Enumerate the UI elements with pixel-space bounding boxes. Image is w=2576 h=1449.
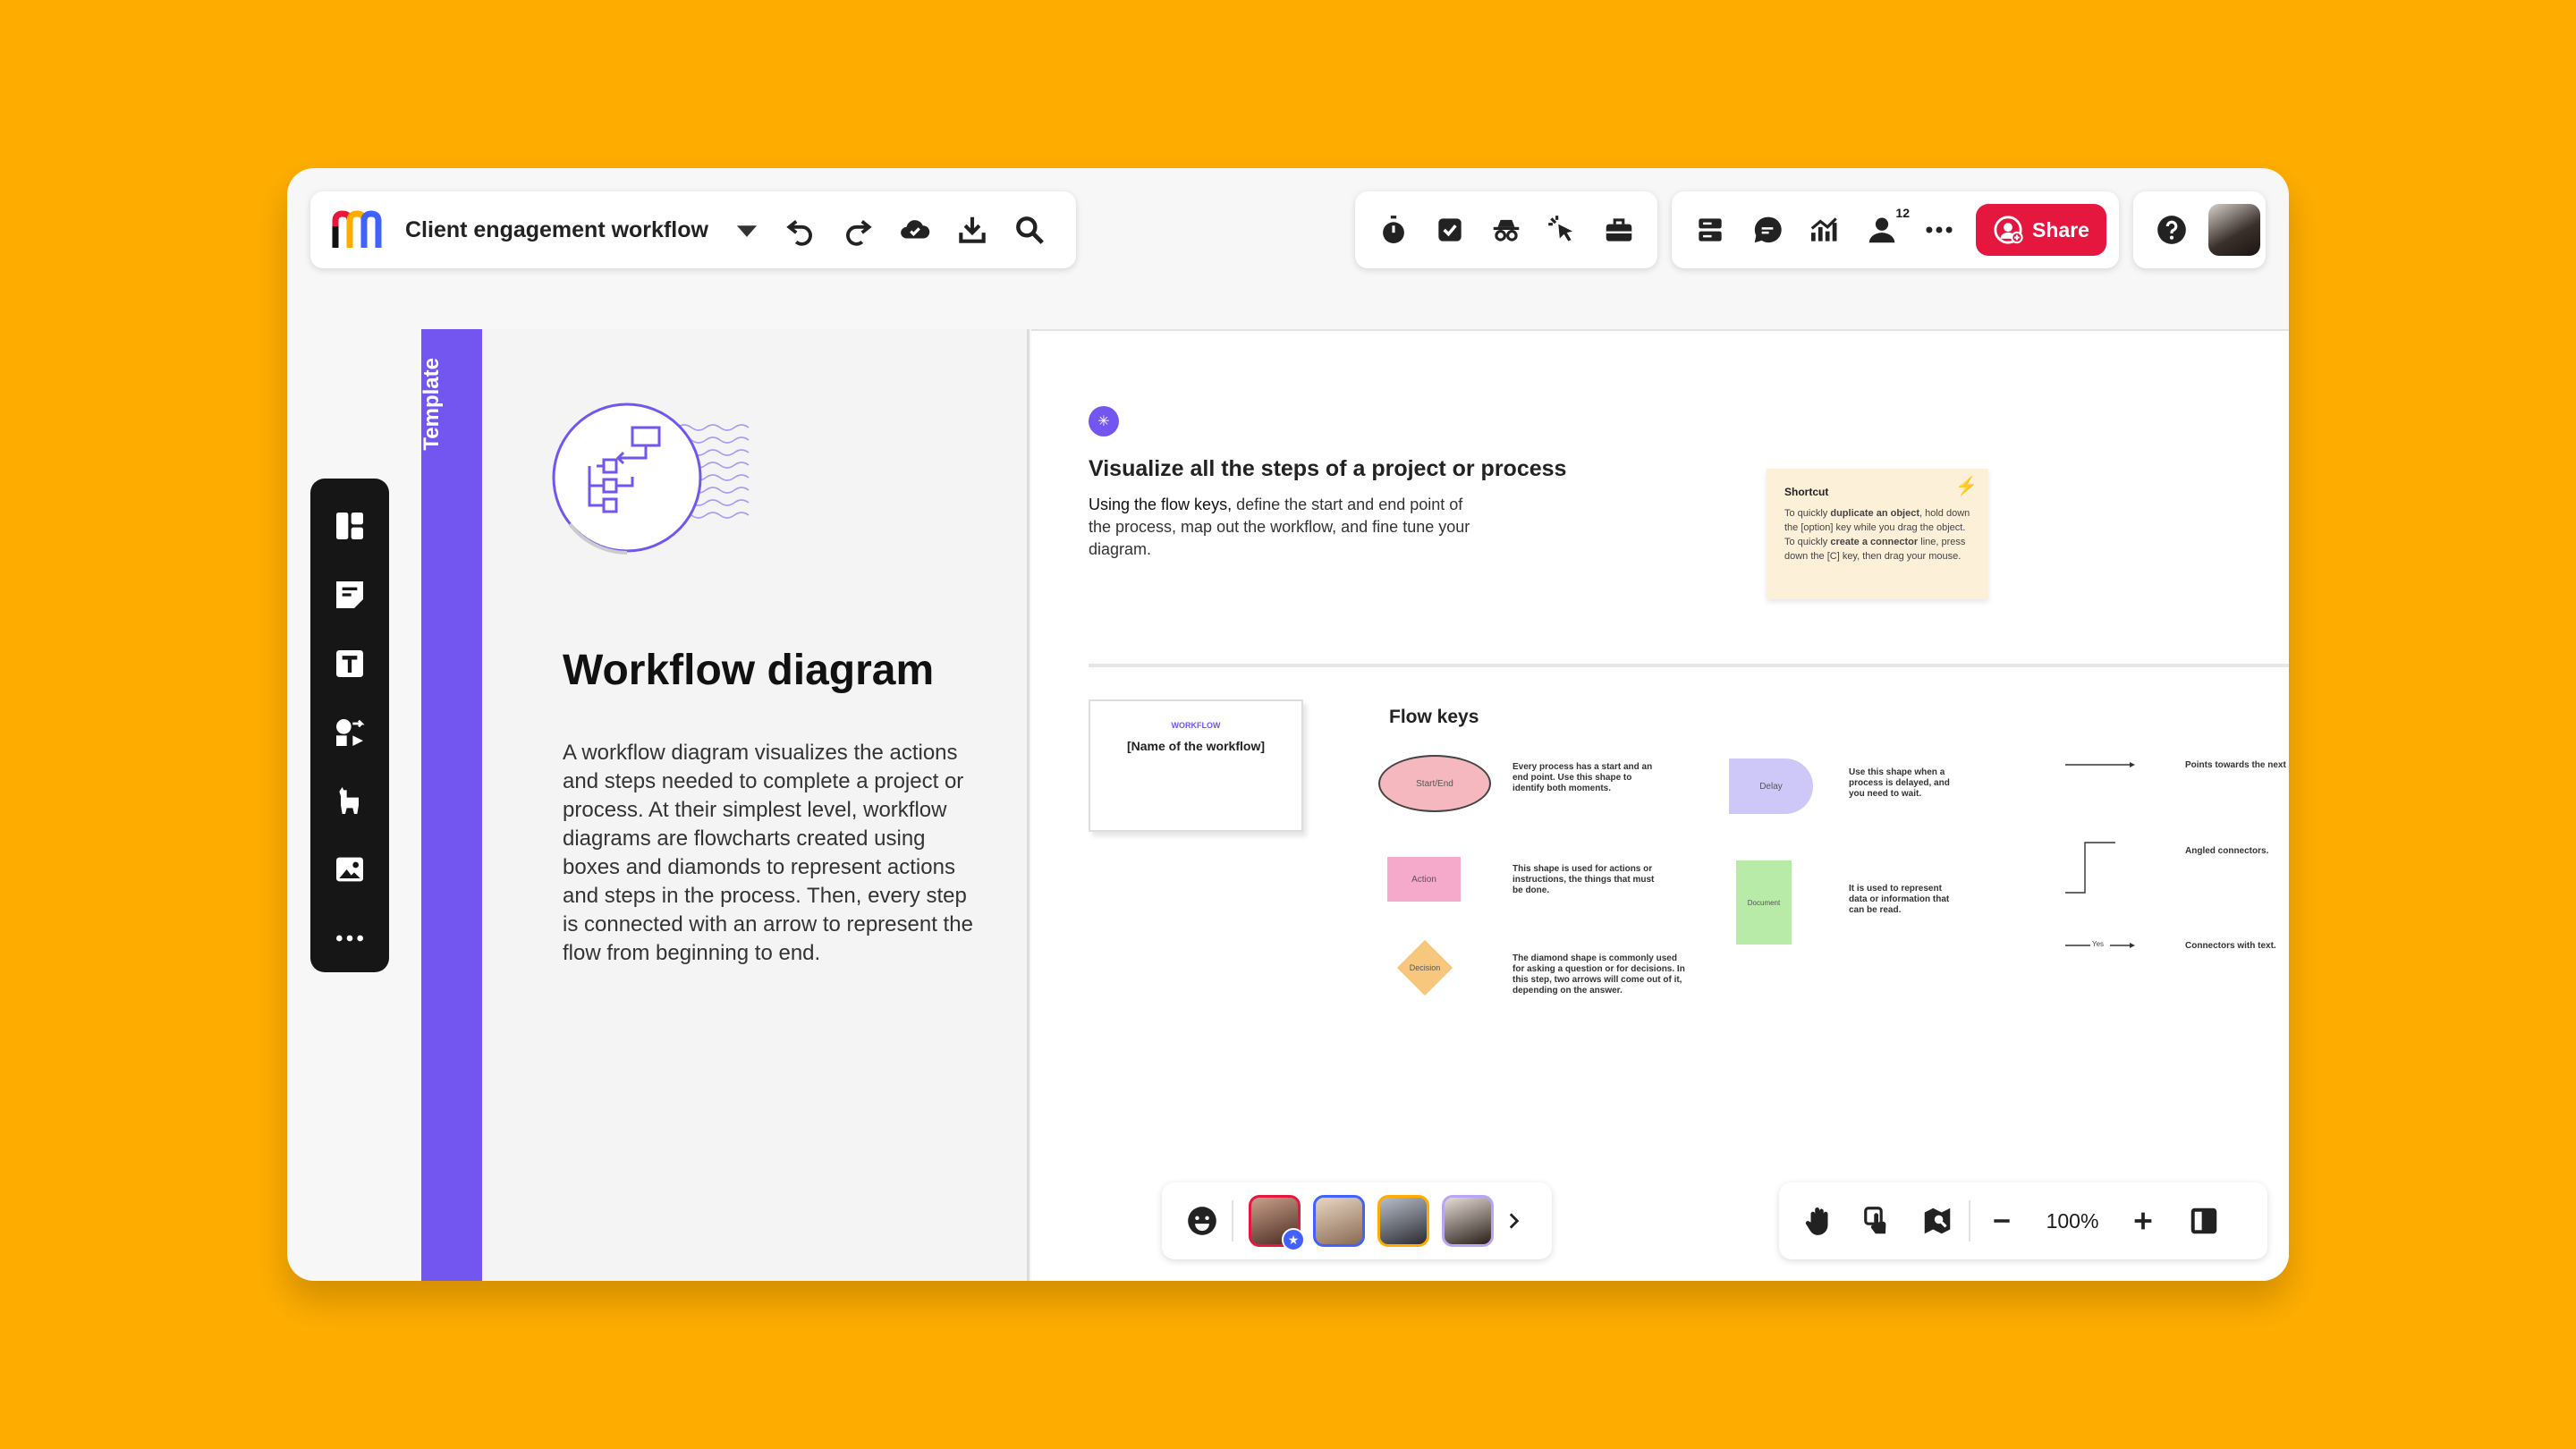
- zoom-in-icon[interactable]: [2123, 1200, 2164, 1241]
- undo-icon[interactable]: [780, 209, 821, 250]
- template-label: Template: [419, 358, 444, 451]
- navigation-bar: 100%: [1779, 1182, 2267, 1259]
- collaborator-avatar[interactable]: [1313, 1195, 1365, 1247]
- bar-separator: [1232, 1200, 1233, 1241]
- delay-shape[interactable]: Delay: [1729, 758, 1813, 814]
- intro-emphasis: Using the flow keys,: [1089, 496, 1233, 513]
- workflow-card-name: [Name of the workflow]: [1126, 739, 1265, 753]
- hand-tool-icon[interactable]: [1799, 1200, 1840, 1241]
- user-avatar[interactable]: [2208, 204, 2260, 256]
- shapes-icon[interactable]: [321, 698, 378, 767]
- decision-label: Decision: [1409, 963, 1441, 972]
- incognito-icon[interactable]: [1486, 209, 1527, 250]
- action-label: Action: [1411, 874, 1436, 885]
- help-icon[interactable]: [2151, 209, 2192, 250]
- comment-icon[interactable]: [1747, 209, 1788, 250]
- llama-icon[interactable]: [321, 767, 378, 835]
- toolbox-icon[interactable]: [1598, 209, 1640, 250]
- share-label: Share: [2032, 217, 2089, 242]
- document-description: It is used to represent data or informat…: [1849, 884, 1950, 915]
- decision-shape[interactable]: Decision: [1396, 939, 1453, 996]
- board-title[interactable]: Client engagement workflow: [405, 217, 708, 243]
- app-logo[interactable]: [330, 208, 382, 251]
- sticky-note-icon[interactable]: [321, 561, 378, 630]
- chevron-down-icon[interactable]: [726, 209, 767, 250]
- collaborator-count: 12: [1895, 206, 1910, 220]
- cloud-saved-icon[interactable]: [894, 209, 936, 250]
- search-icon[interactable]: [1009, 209, 1050, 250]
- action-shape[interactable]: Action: [1387, 857, 1461, 902]
- angled-description: Angled connectors.: [2185, 846, 2269, 856]
- pointer-click-icon[interactable]: [1542, 209, 1583, 250]
- board-toolbar: Client engagement workflow: [310, 191, 1076, 268]
- minimap-icon[interactable]: [1917, 1200, 1958, 1241]
- image-icon[interactable]: [321, 835, 378, 904]
- collaborator-avatar[interactable]: ★: [1249, 1195, 1305, 1251]
- shortcut-bold-2: create a connector: [1830, 537, 1919, 547]
- text-connector[interactable]: Yes: [2065, 939, 2137, 952]
- document-label: Document: [1747, 898, 1781, 907]
- timer-icon[interactable]: [1373, 209, 1414, 250]
- start-end-description: Every process has a start and an end poi…: [1513, 762, 1653, 793]
- section-divider: [1089, 664, 2289, 667]
- collaborator-avatar[interactable]: [1377, 1195, 1429, 1247]
- tools-toolbar: [1355, 191, 1657, 268]
- flow-keys-title: Flow keys: [1389, 707, 1479, 727]
- start-end-shape[interactable]: Start/End: [1378, 755, 1491, 812]
- lightning-icon: ⚡: [1955, 477, 1978, 496]
- collaborator-avatar[interactable]: [1442, 1195, 1494, 1247]
- connector-text-description: Connectors with text.: [2185, 941, 2276, 951]
- panel-toggle-icon[interactable]: [2183, 1200, 2224, 1241]
- workflow-illustration: [552, 402, 750, 555]
- document-shape[interactable]: Document: [1736, 860, 1792, 945]
- board-canvas[interactable]: ✳ Visualize all the steps of a project o…: [1031, 329, 2289, 1281]
- collaborators-bar: ★: [1162, 1182, 1552, 1259]
- zoom-level[interactable]: 100%: [2028, 1209, 2117, 1233]
- decision-description: The diamond shape is commonly used for a…: [1513, 953, 1685, 996]
- template-description: A workflow diagram visualizes the action…: [563, 741, 973, 965]
- zoom-out-icon[interactable]: [1981, 1200, 2022, 1241]
- template-strip: Template: [419, 329, 482, 1281]
- delay-description: Use this shape when a process is delayed…: [1849, 767, 1950, 799]
- share-user-icon: [1994, 216, 2023, 244]
- arrow-description: Points towards the next step: [2185, 760, 2289, 770]
- template-title: Workflow diagram: [563, 647, 935, 694]
- sparkle-badge-icon: ✳: [1089, 406, 1119, 436]
- checkbox-icon[interactable]: [1429, 209, 1470, 250]
- more-icon[interactable]: [1919, 209, 1960, 250]
- list-icon[interactable]: [1690, 209, 1731, 250]
- template-info-panel: Workflow diagram A workflow diagram visu…: [482, 329, 1030, 1281]
- star-badge-icon: ★: [1282, 1228, 1305, 1251]
- text-icon[interactable]: [321, 629, 378, 698]
- shortcut-note[interactable]: ⚡ Shortcut To quickly duplicate an objec…: [1767, 469, 1988, 599]
- activity-chart-icon[interactable]: [1804, 209, 1845, 250]
- emoji-reaction-icon[interactable]: [1182, 1200, 1223, 1241]
- user-toolbar: [2133, 191, 2266, 268]
- bar-separator: [1969, 1200, 1970, 1241]
- start-end-label: Start/End: [1416, 778, 1453, 789]
- workflow-card-label: WORKFLOW: [1171, 721, 1221, 730]
- touch-gesture-icon[interactable]: [1858, 1200, 1899, 1241]
- more-tools-icon[interactable]: [321, 903, 378, 972]
- action-description: This shape is used for actions or instru…: [1513, 864, 1655, 895]
- arrow-connector[interactable]: [2065, 760, 2137, 769]
- redo-icon[interactable]: [837, 209, 878, 250]
- templates-icon[interactable]: [321, 492, 378, 561]
- app-window: Client engagement workflow 12 Share Temp…: [287, 168, 2289, 1281]
- shortcut-text-1: To quickly: [1784, 508, 1831, 519]
- download-icon[interactable]: [952, 209, 993, 250]
- collaborators-icon[interactable]: 12: [1861, 206, 1910, 250]
- collab-toolbar: 12 Share: [1672, 191, 2119, 268]
- share-button[interactable]: Share: [1976, 204, 2106, 256]
- canvas-heading: Visualize all the steps of a project or …: [1089, 456, 1567, 481]
- workflow-name-card[interactable]: WORKFLOW [Name of the workflow]: [1089, 699, 1303, 832]
- angled-connector[interactable]: [2065, 839, 2137, 896]
- shortcut-bold-1: duplicate an object: [1830, 508, 1919, 519]
- shortcut-title: Shortcut: [1784, 486, 1829, 498]
- canvas-intro: Using the flow keys, define the start an…: [1089, 494, 1473, 561]
- creation-sidebar: [310, 479, 389, 972]
- delay-label: Delay: [1759, 781, 1783, 792]
- connector-text-label: Yes: [2092, 940, 2105, 948]
- chevron-right-icon[interactable]: [1500, 1200, 1527, 1241]
